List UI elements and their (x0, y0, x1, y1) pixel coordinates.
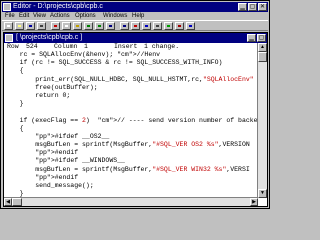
paste-button[interactable] (73, 22, 82, 30)
horizontal-scroll-thumb[interactable] (12, 198, 22, 206)
toolbar (2, 20, 268, 31)
run-icon (167, 25, 170, 27)
editor-status-line: Row 524 Column 1 Insert 1 change. (4, 43, 258, 51)
code-line[interactable]: return 0; (4, 92, 258, 100)
document-title-bar[interactable]: [ \projects\cpb\cpb.c ] ▁ ▢ (4, 33, 267, 43)
doc-minimize-button[interactable]: ▁ (247, 34, 256, 42)
maximize-button[interactable]: ▢ (248, 3, 257, 11)
code-line[interactable]: if (execFlag == 2) "cm">// ---- send ver… (4, 117, 258, 125)
cut-icon (54, 25, 57, 27)
code-line[interactable]: send_message(); (4, 182, 258, 190)
build-icon (156, 25, 159, 27)
code-line[interactable]: { (4, 67, 258, 75)
code-line[interactable]: "pp">#endif (4, 149, 258, 157)
redo-icon (98, 25, 101, 27)
run-button[interactable] (164, 22, 173, 30)
copy-button[interactable] (62, 22, 71, 30)
code-line[interactable]: msgBufLen = sprintf(MsgBuffer,"#SQL_VER … (4, 141, 258, 149)
cut-button[interactable] (51, 22, 60, 30)
code-line[interactable]: if (rc != SQL_SUCCESS & rc != SQL_SUCCES… (4, 59, 258, 67)
app-icon[interactable] (3, 3, 11, 11)
vertical-scrollbar[interactable]: ▲ ▼ (257, 43, 267, 198)
column-label: Column (54, 43, 78, 50)
paste-icon (76, 25, 79, 27)
code-line[interactable]: { (4, 125, 258, 133)
menu-help[interactable]: Help (132, 12, 144, 20)
debug-icon (178, 25, 181, 27)
save-button[interactable] (26, 22, 35, 30)
code-line[interactable]: free(outBuffer); (4, 84, 258, 92)
menu-edit[interactable]: Edit (19, 12, 29, 20)
window-title: Editor - D:\projects\cpb\cpb.c (13, 3, 103, 10)
column-value: 1 (84, 43, 88, 50)
menu-windows[interactable]: Windows (103, 12, 127, 20)
compile-button[interactable] (142, 22, 151, 30)
code-line[interactable]: "pp">#ifdef __OS2__ (4, 133, 258, 141)
build-button[interactable] (153, 22, 162, 30)
menu-options[interactable]: Options (75, 12, 96, 20)
compile-icon (145, 25, 148, 27)
vertical-scroll-thumb[interactable] (258, 52, 267, 62)
find-icon (109, 25, 112, 27)
scroll-down-button[interactable]: ▼ (258, 189, 267, 198)
new-file-icon (7, 25, 10, 27)
document-title: [ \projects\cpb\cpb.c ] (16, 34, 83, 41)
menu-bar: File Edit View Actions Options Windows H… (2, 12, 268, 20)
save-icon (29, 25, 32, 27)
debug-button[interactable] (175, 22, 184, 30)
code-editor[interactable]: rc = SQLAllocEnv(&henv); "cm">//Henv if … (4, 51, 258, 200)
code-line[interactable]: "pp">#ifdef __WINDOWS__ (4, 157, 258, 165)
menu-view[interactable]: View (33, 12, 46, 20)
help-icon (189, 25, 192, 27)
bookmark-icon (134, 25, 137, 27)
title-bar[interactable]: Editor - D:\projects\cpb\cpb.c ▁ ▢ ✕ (2, 2, 268, 12)
insert-mode: Insert (114, 43, 138, 50)
minimize-button[interactable]: ▁ (238, 3, 247, 11)
document-icon[interactable] (5, 34, 13, 42)
doc-maximize-button[interactable]: ▢ (257, 34, 266, 42)
find-button[interactable] (106, 22, 115, 30)
bookmark-button[interactable] (131, 22, 140, 30)
code-line[interactable] (4, 108, 258, 116)
new-file-button[interactable] (4, 22, 13, 30)
code-line[interactable]: } (4, 100, 258, 108)
redo-button[interactable] (95, 22, 104, 30)
replace-button[interactable] (120, 22, 129, 30)
undo-icon (87, 25, 90, 27)
undo-button[interactable] (84, 22, 93, 30)
code-line[interactable]: rc = SQLAllocEnv(&henv); "cm">//Henv (4, 51, 258, 59)
replace-icon (123, 25, 126, 27)
document-window[interactable]: [ \projects\cpb\cpb.c ] ▁ ▢ Row 524 Colu… (3, 32, 268, 207)
close-button[interactable]: ✕ (258, 3, 267, 11)
row-value: 524 (26, 43, 38, 50)
row-label: Row (7, 43, 19, 50)
scroll-right-button[interactable]: ▶ (250, 198, 258, 206)
change-count: 1 change. (144, 43, 180, 50)
print-icon (40, 25, 43, 27)
print-button[interactable] (37, 22, 46, 30)
code-line[interactable]: "pp">#endif (4, 174, 258, 182)
scroll-left-button[interactable]: ◀ (4, 198, 12, 206)
menu-file[interactable]: File (5, 12, 15, 20)
code-line[interactable]: print_err(SQL_NULL_HDBC, SQL_NULL_HSTMT,… (4, 76, 258, 84)
open-file-button[interactable] (15, 22, 24, 30)
code-line[interactable]: msgBufLen = sprintf(MsgBuffer,"#SQL_VER … (4, 166, 258, 174)
help-button[interactable] (186, 22, 195, 30)
scroll-up-button[interactable]: ▲ (258, 43, 267, 52)
horizontal-scrollbar[interactable]: ◀ ▶ (4, 197, 258, 206)
open-file-icon (18, 25, 21, 27)
menu-actions[interactable]: Actions (50, 12, 70, 20)
copy-icon (65, 25, 68, 27)
editor-window: Editor - D:\projects\cpb\cpb.c ▁ ▢ ✕ Fil… (0, 0, 270, 209)
